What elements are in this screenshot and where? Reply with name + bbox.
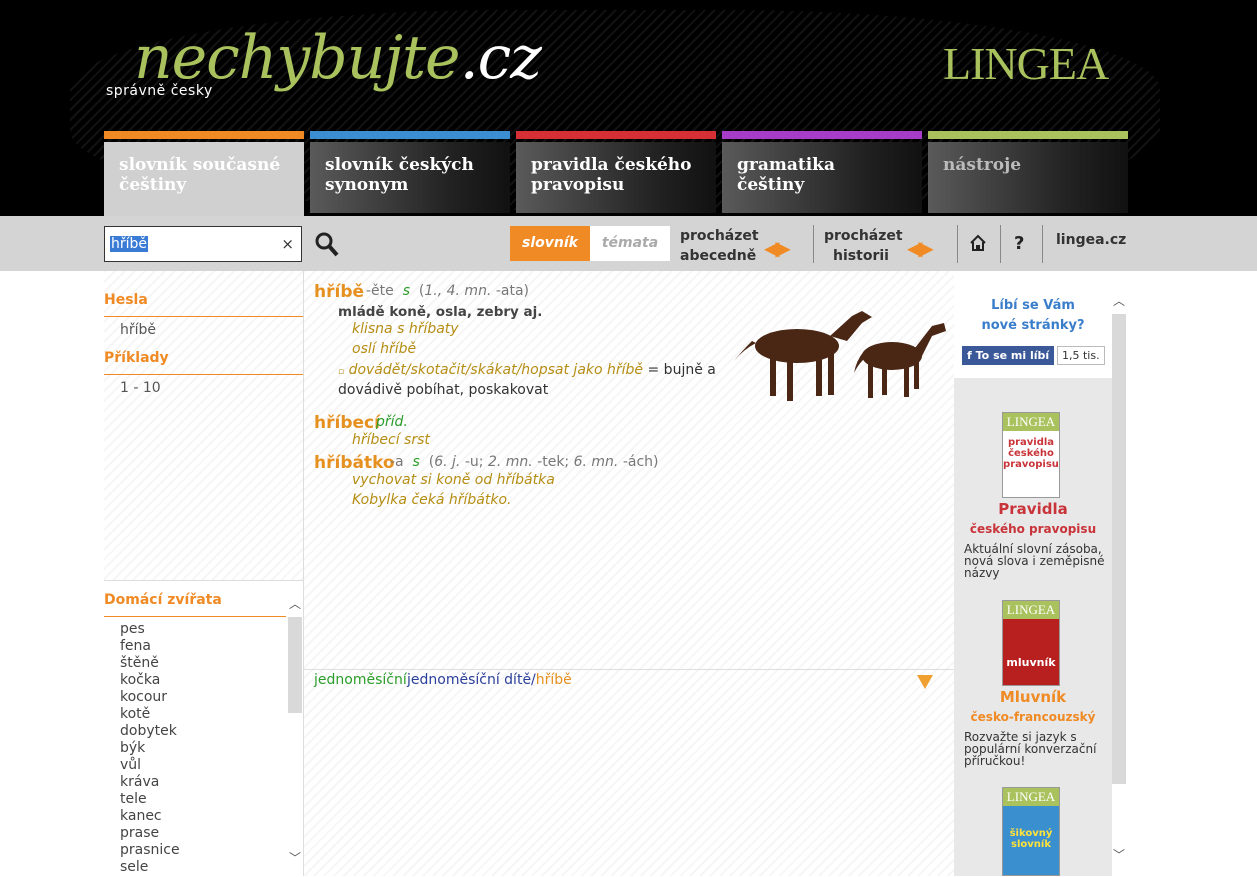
tab-slovnik-ceskych-synonym[interactable]: slovník českých synonym — [310, 131, 510, 216]
scroll-up-icon[interactable]: ︿ — [288, 595, 302, 612]
main-content: hříbě -ěte s (1., 4. mn. -ata) mládě kon… — [304, 271, 954, 876]
scroll-up-icon[interactable]: ︿ — [1112, 292, 1126, 309]
sidebar-scrollbar[interactable]: ︿ ﹀ — [1112, 286, 1126, 876]
promo-mluvnik-description: Rozvažte si jazyk s populární konverzační… — [964, 730, 1097, 768]
facebook-card: Líbí se Vám nové stránky? f To se mi líb… — [954, 286, 1112, 378]
entry-example: hříbecí srst — [352, 432, 430, 448]
tab-slovnik-soucasne-cestiny[interactable]: slovník současné češtiny — [104, 131, 304, 216]
list-item[interactable]: kotě — [120, 706, 180, 723]
browse-history-arrows-icon[interactable]: ◀▶ — [907, 236, 934, 260]
promo-pravidla[interactable]: Pravidla českého pravopisu — [954, 500, 1112, 536]
list-item[interactable]: prase — [120, 825, 180, 842]
promo-pravidla-description: Aktuální slovní zásoba, nová slova i země… — [964, 542, 1105, 580]
entry-definition: mládě koně, osla, zebry aj. — [338, 304, 543, 320]
hesla-heading: Hesla — [104, 292, 148, 308]
list-item[interactable]: vůl — [120, 757, 180, 774]
list-item[interactable]: kanec — [120, 808, 180, 825]
divider — [1000, 225, 1001, 263]
facebook-icon: f — [967, 349, 972, 362]
lingea-logo[interactable]: LINGEA — [943, 38, 1109, 90]
hesla-item[interactable]: hříbě — [120, 322, 156, 338]
list-item[interactable]: štěně — [120, 655, 180, 672]
list-item[interactable]: tele — [120, 791, 180, 808]
list-item[interactable]: pes — [120, 621, 180, 638]
search-input[interactable]: hříbě × — [104, 226, 302, 262]
triangle-down-icon[interactable] — [917, 675, 933, 689]
related-link[interactable]: jednoměsíční — [314, 672, 407, 688]
divider — [304, 669, 954, 670]
related-link[interactable]: jednoměsíční dítě/hříbě — [407, 672, 572, 688]
entry-example: Kobylka čeká hříbátko. — [352, 492, 512, 508]
promo-mluvnik[interactable]: Mluvník česko-francouzský — [954, 688, 1112, 724]
browse-alphabetical-arrows-icon[interactable]: ◀▶ — [764, 236, 791, 260]
search-value: hříbě — [110, 236, 149, 252]
horse-illustration — [734, 311, 946, 401]
book-mluvnik-icon[interactable]: LINGEA mluvník — [1002, 600, 1060, 686]
toggle-temata[interactable]: témata — [590, 226, 670, 261]
priklady-item[interactable]: 1 - 10 — [120, 380, 161, 396]
category-scrollbar[interactable]: ︿ ﹀ — [288, 593, 302, 875]
divider — [104, 374, 303, 375]
browse-history-button[interactable]: procházet historii — [824, 226, 903, 266]
site-header: nechybujte.cz správně česky LINGEA slovn… — [0, 0, 1257, 216]
entry-idiom-definition: dovádivě pobíhat, poskakovat — [338, 382, 549, 398]
entry-headword[interactable]: hříbecí — [314, 413, 380, 433]
entry-headword[interactable]: hříbě — [314, 282, 364, 302]
browse-alphabetical-button[interactable]: procházet abecedně — [680, 226, 759, 266]
list-item[interactable]: prasnice — [120, 842, 180, 859]
site-tagline: správně česky — [106, 83, 213, 99]
entry-idiom: ▫ dovádět/skotačit/skákat/hopsat jako hř… — [338, 362, 716, 378]
toggle-slovnik[interactable]: slovník — [510, 226, 590, 261]
entry-example: klisna s hříbaty — [352, 321, 459, 337]
scroll-down-icon[interactable]: ﹀ — [1112, 846, 1126, 863]
help-icon[interactable]: ? — [1014, 233, 1024, 254]
list-item[interactable]: dobytek — [120, 723, 180, 740]
entry-example: vychovat si koně od hříbátka — [352, 472, 555, 488]
search-icon[interactable] — [314, 230, 340, 258]
facebook-like-count: 1,5 tis. — [1057, 346, 1105, 365]
list-item[interactable]: kočka — [120, 672, 180, 689]
tab-gramatika-cestiny[interactable]: gramatika češtiny — [722, 131, 922, 216]
book-sikovny-slovnik-icon[interactable]: LINGEA šikovný slovník — [1002, 787, 1060, 876]
facebook-like-button[interactable]: f To se mi líbí — [962, 346, 1055, 365]
category-panel: Domácí zvířata pes fena štěně kočka koco… — [104, 580, 303, 877]
divider — [104, 616, 286, 617]
entry-grammar: -ěte s (1., 4. mn. -ata) — [366, 283, 530, 299]
tab-pravidla-ceskeho-pravopisu[interactable]: pravidla českého pravopisu — [516, 131, 716, 216]
list-item[interactable]: sele — [120, 859, 180, 876]
list-item[interactable]: fena — [120, 638, 180, 655]
divider — [104, 316, 303, 317]
list-item[interactable]: býk — [120, 740, 180, 757]
category-list: pes fena štěně kočka kocour kotě dobytek… — [120, 621, 180, 876]
facebook-question: Líbí se Vám — [991, 298, 1075, 313]
lingea-link[interactable]: lingea.cz — [1056, 232, 1126, 248]
divider — [957, 225, 958, 263]
entry-grammar: -a s (6. j. -u; 2. mn. -tek; 6. mn. -ách… — [390, 454, 659, 470]
priklady-heading: Příklady — [104, 350, 169, 366]
scroll-down-icon[interactable]: ﹀ — [288, 849, 302, 866]
category-heading: Domácí zvířata — [104, 592, 222, 608]
entry-headword[interactable]: hříbátko — [314, 453, 395, 473]
home-icon[interactable] — [969, 234, 987, 252]
divider — [1042, 225, 1043, 263]
list-item[interactable]: kráva — [120, 774, 180, 791]
clear-icon[interactable]: × — [281, 235, 294, 253]
tab-nastroje[interactable]: nástroje — [928, 131, 1128, 216]
entry-example: oslí hříbě — [352, 341, 417, 357]
list-item[interactable]: kocour — [120, 689, 180, 706]
book-pravidla-icon[interactable]: LINGEA pravidla českého pravopisu — [1002, 412, 1060, 498]
entry-grammar: příd. — [376, 414, 408, 430]
divider — [813, 225, 814, 263]
